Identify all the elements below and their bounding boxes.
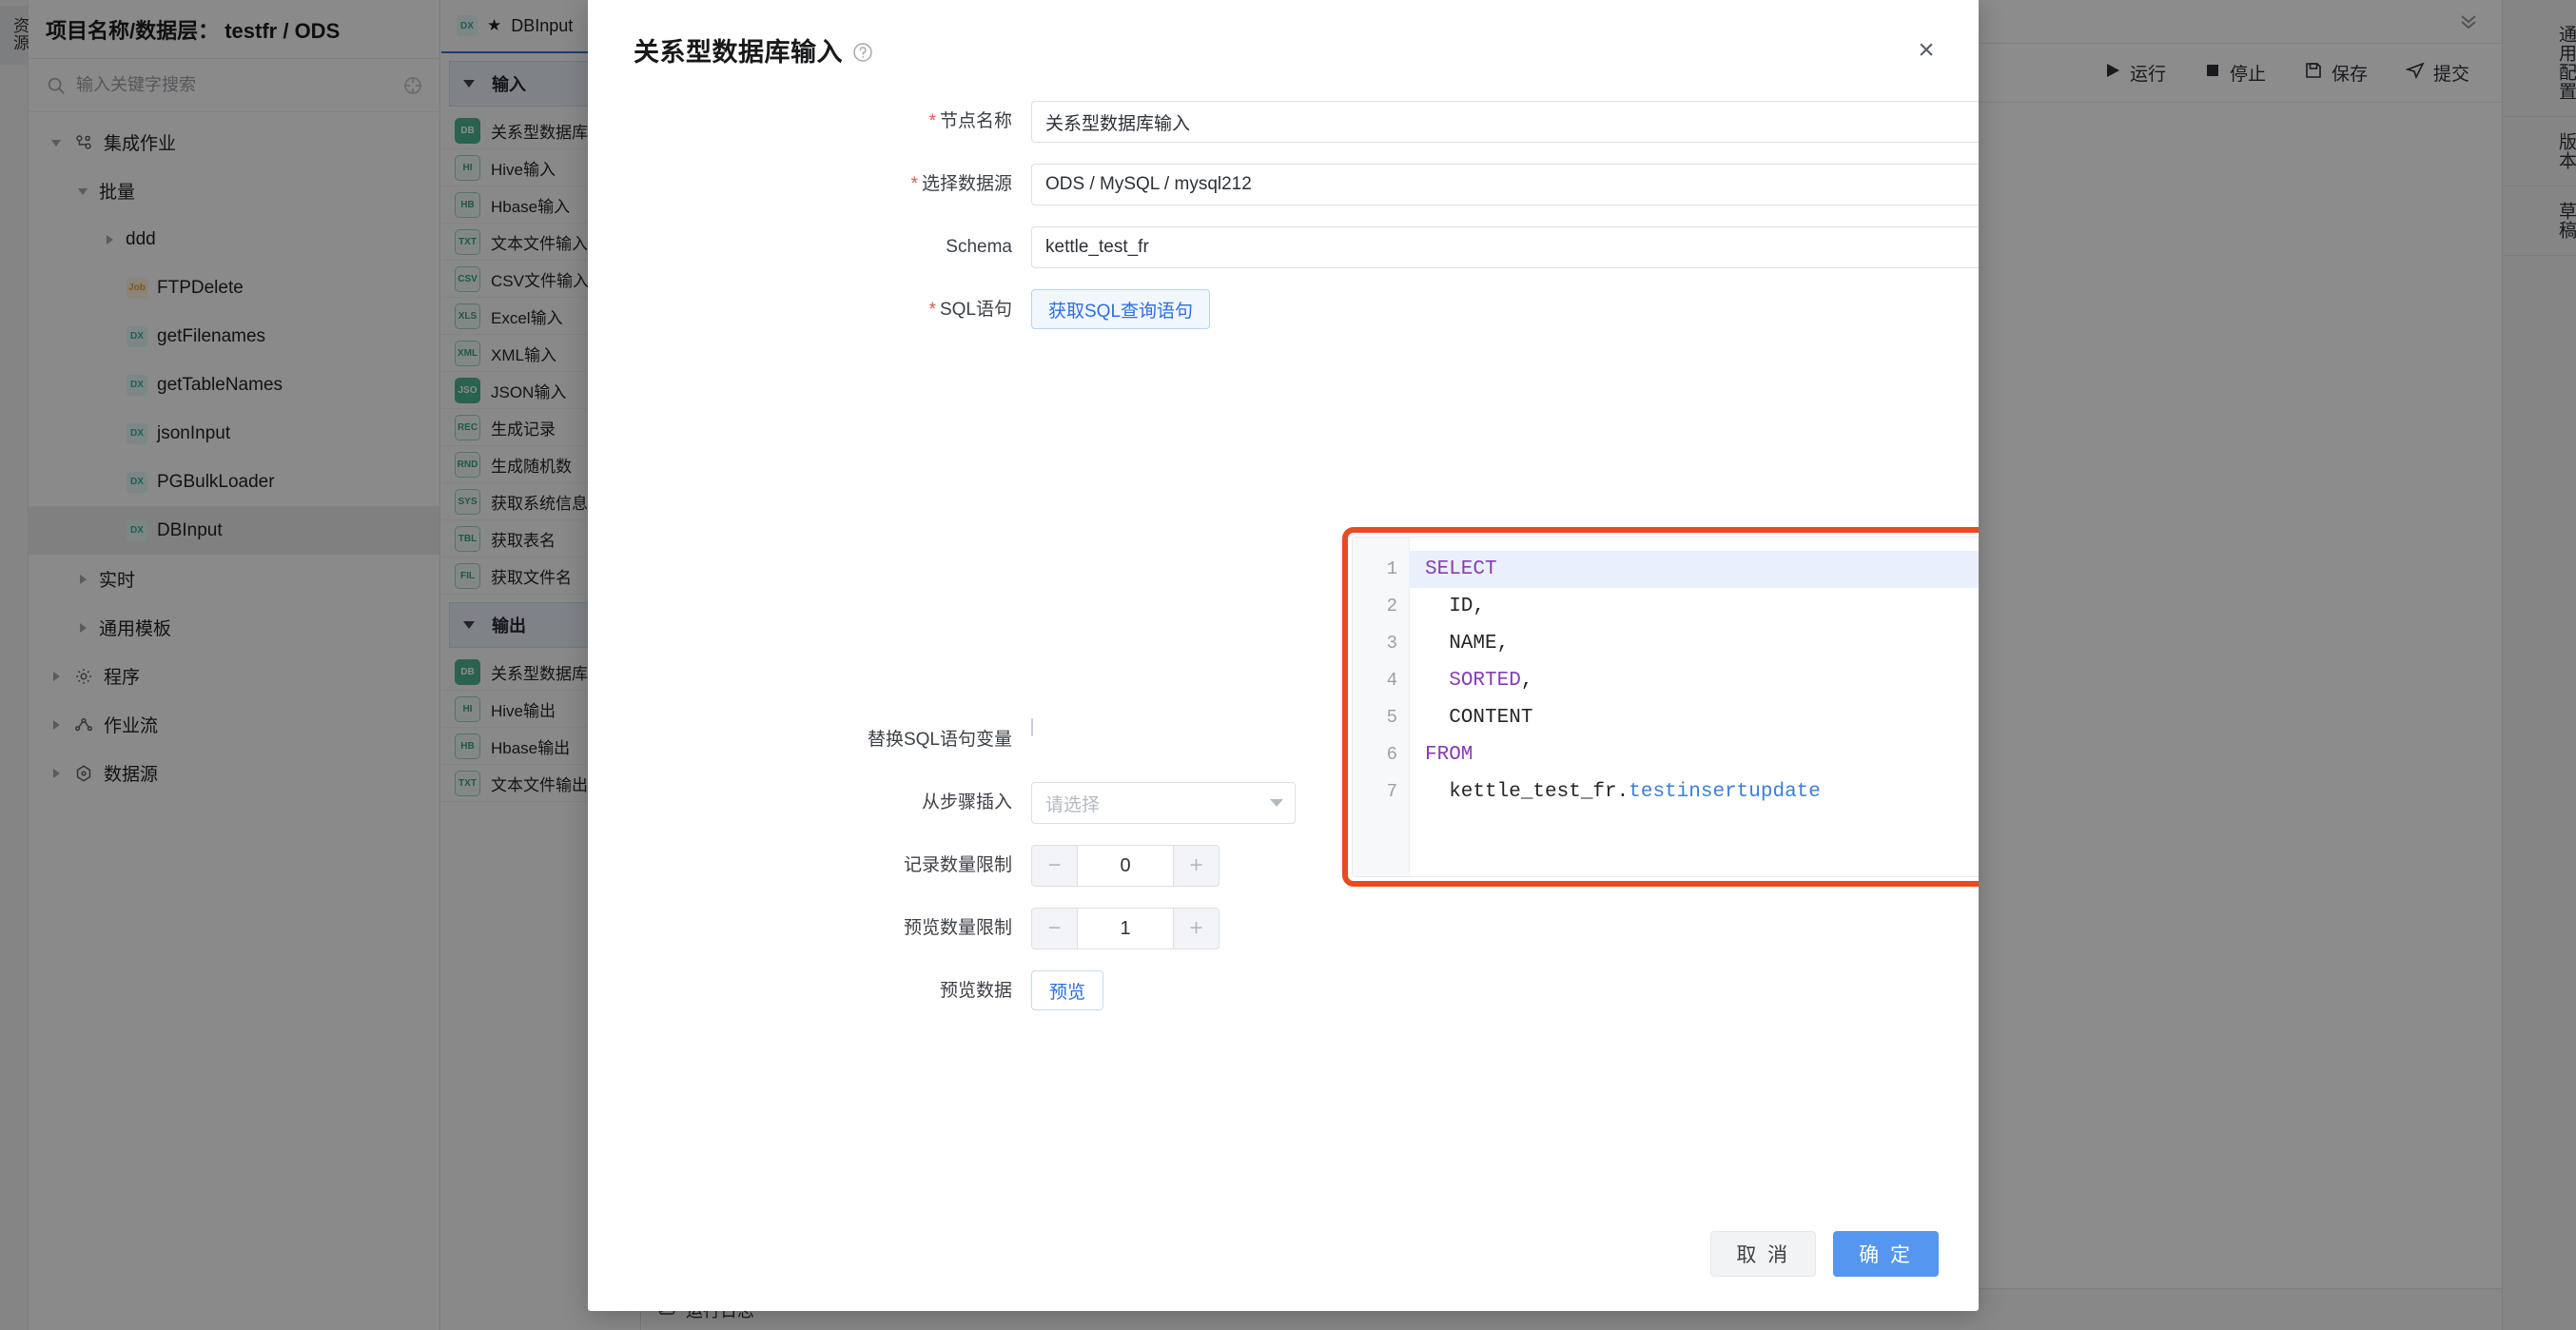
field-sql: SQL语句 获取SQL查询语句 (588, 289, 1941, 331)
record-limit-value[interactable]: 0 (1077, 845, 1174, 887)
line-number: 7 (1386, 781, 1397, 802)
preview-limit-label: 预览数量限制 (903, 918, 1012, 938)
dialog-header: 关系型数据库输入 × (588, 0, 1979, 101)
sql-code-line: FROM (1425, 744, 1473, 766)
field-datasource: 选择数据源 (588, 164, 1979, 205)
dialog-body: 节点名称 选择数据源 Schema SQL语句 获取SQL查询语 (588, 101, 1979, 1197)
cancel-button[interactable]: 取 消 (1710, 1231, 1817, 1277)
record-limit-decrement[interactable]: − (1031, 845, 1077, 887)
insert-from-step-label: 从步骤插入 (921, 792, 1012, 812)
line-number: 3 (1386, 633, 1397, 654)
schema-label: Schema (946, 237, 1012, 257)
node-name-label: 节点名称 (588, 101, 1031, 143)
sql-code-line: kettle_test_fr.testinsertupdate (1425, 781, 1821, 803)
sql-line-numbers: 1 2 3 4 5 6 7 (1353, 538, 1410, 876)
preview-limit-value[interactable]: 1 (1077, 908, 1174, 949)
sql-label: SQL语句 (588, 289, 1031, 331)
replace-sql-var-checkbox[interactable] (1031, 718, 1033, 736)
line-number: 4 (1386, 670, 1397, 691)
preview-limit-increment[interactable]: + (1174, 908, 1220, 949)
line-number: 1 (1386, 558, 1397, 579)
record-limit-label: 记录数量限制 (903, 855, 1012, 875)
preview-data-label: 预览数据 (939, 981, 1012, 1001)
datasource-select[interactable] (1031, 164, 1979, 205)
sql-editor-annotation-box: 1 2 3 4 5 6 7 SELECT ID, NAME, SORTED, CONTENT… (1342, 527, 1979, 887)
sql-code-line: SELECT (1410, 551, 1979, 588)
insert-from-step-placeholder: 请选择 (1045, 794, 1101, 815)
record-limit-increment[interactable]: + (1174, 845, 1220, 887)
sql-code-line: ID, (1425, 596, 1486, 617)
replace-sql-var-label: 替换SQL语句变量 (867, 730, 1012, 750)
sql-editor[interactable]: 1 2 3 4 5 6 7 SELECT ID, NAME, SORTED, CONTENT… (1352, 537, 1979, 877)
dialog-title: 关系型数据库输入 (634, 37, 843, 67)
confirm-button[interactable]: 确 定 (1833, 1231, 1939, 1277)
sql-code-line: CONTENT (1425, 707, 1533, 729)
get-sql-query-button[interactable]: 获取SQL查询语句 (1031, 289, 1211, 329)
dialog-footer: 取 消 确 定 (588, 1197, 1979, 1311)
line-number: 2 (1386, 596, 1397, 616)
preview-button[interactable]: 预览 (1031, 970, 1104, 1010)
field-preview-data: 预览数据 预览 (588, 970, 1941, 1012)
relational-db-input-dialog: 关系型数据库输入 × 节点名称 选择数据源 (588, 0, 1979, 1311)
preview-limit-decrement[interactable]: − (1031, 908, 1077, 949)
node-name-input[interactable] (1031, 101, 1979, 143)
close-icon[interactable]: × (1910, 34, 1942, 67)
sql-code-line: NAME, (1425, 633, 1510, 655)
help-icon[interactable] (852, 42, 873, 63)
datasource-label: 选择数据源 (588, 164, 1031, 205)
schema-select[interactable] (1031, 226, 1979, 268)
sql-code-area[interactable]: SELECT ID, NAME, SORTED, CONTENT FROM ket… (1410, 538, 1979, 876)
field-schema: Schema (588, 226, 1979, 268)
field-node-name: 节点名称 (588, 101, 1979, 143)
line-number: 5 (1386, 707, 1397, 728)
sql-code-line: SORTED, (1449, 670, 1533, 692)
record-limit-stepper: − 0 + (1031, 845, 1220, 887)
line-number: 6 (1386, 744, 1397, 765)
preview-limit-stepper: − 1 + (1031, 908, 1220, 949)
field-preview-limit: 预览数量限制 − 1 + (588, 908, 1941, 949)
insert-from-step-select[interactable]: 请选择 (1031, 782, 1296, 824)
